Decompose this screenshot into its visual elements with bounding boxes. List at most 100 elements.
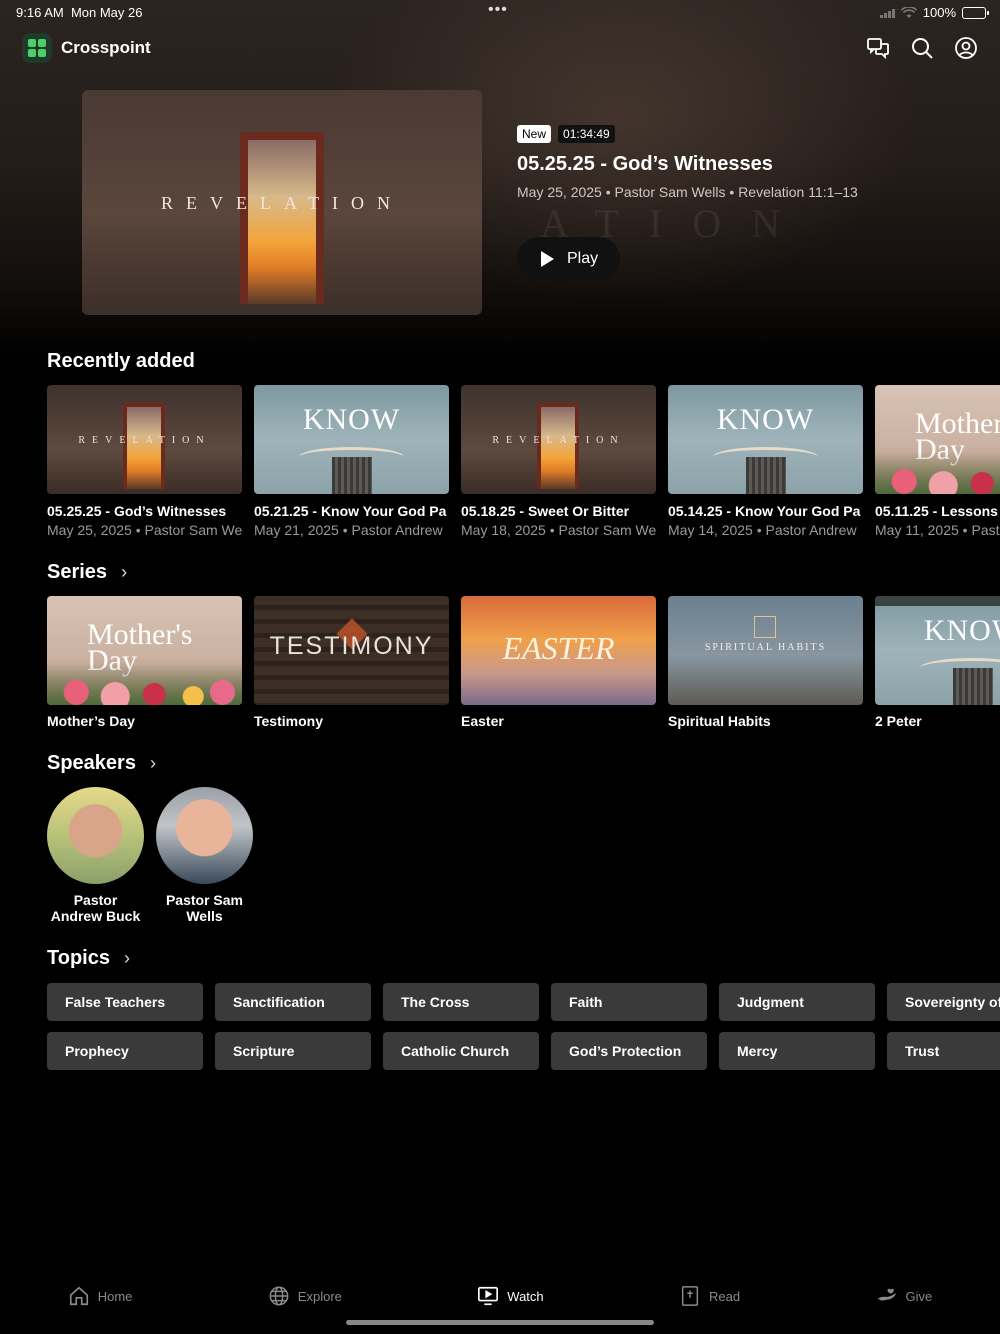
home-indicator [346, 1320, 654, 1325]
sermon-thumbnail: KNOW [254, 385, 449, 494]
series-card[interactable]: SPIRITUAL HABITS Spiritual Habits [668, 596, 863, 729]
duration-badge: 01:34:49 [558, 125, 615, 143]
sermon-card[interactable]: KNOW 05.21.25 - Know Your God Pa May 21,… [254, 385, 449, 538]
sermon-thumbnail: Mother's Day [875, 385, 1000, 494]
search-icon[interactable] [910, 36, 934, 60]
tab-home[interactable]: Home [68, 1285, 132, 1307]
topic-chip[interactable]: God’s Protection [551, 1032, 707, 1070]
series-thumbnail: EASTER [461, 596, 656, 705]
topic-chip[interactable]: False Teachers [47, 983, 203, 1021]
series-label: Testimony [254, 713, 323, 729]
topic-chip[interactable]: Sanctification [215, 983, 371, 1021]
series-thumbnail: Mother's Day [47, 596, 242, 705]
recently-added-row: REVELATION 05.25.25 - God’s Witnesses Ma… [47, 385, 1000, 538]
series-card[interactable]: TESTIMONY Testimony [254, 596, 449, 729]
featured-artwork[interactable]: REVELATION [82, 90, 482, 315]
featured-art-text: REVELATION [161, 193, 403, 213]
door-graphic [240, 132, 324, 304]
topic-chip[interactable]: Prophecy [47, 1032, 203, 1070]
tab-read[interactable]: Read [679, 1285, 740, 1307]
sermon-meta: May 14, 2025 • Pastor Andrew [668, 522, 857, 538]
play-button[interactable]: Play [517, 237, 620, 280]
sermon-card[interactable]: REVELATION 05.25.25 - God’s Witnesses Ma… [47, 385, 242, 538]
hand-heart-icon [877, 1288, 896, 1301]
sermon-meta: May 21, 2025 • Pastor Andrew [254, 522, 443, 538]
topic-chip[interactable]: Mercy [719, 1032, 875, 1070]
battery-icon [962, 6, 989, 19]
status-bar: 9:16 AM Mon May 26 ••• 100% [0, 0, 1000, 24]
speaker-name: Pastor Andrew Buck [50, 892, 141, 924]
app-logo[interactable] [22, 33, 52, 63]
battery-percent: 100% [922, 5, 956, 20]
sermon-title: 05.18.25 - Sweet Or Bitter [461, 503, 630, 519]
tv-play-icon [478, 1286, 499, 1306]
series-card[interactable]: EASTER Easter [461, 596, 656, 729]
series-card[interactable]: KNOW 2 Peter [875, 596, 1000, 729]
topic-chip[interactable]: Scripture [215, 1032, 371, 1070]
speakers-header[interactable]: Speakers › [47, 752, 156, 775]
wifi-icon [900, 6, 917, 18]
topics-header[interactable]: Topics › [47, 947, 130, 970]
tab-explore[interactable]: Explore [268, 1285, 342, 1307]
series-thumbnail: SPIRITUAL HABITS [668, 596, 863, 705]
speakers-row: Pastor Andrew Buck Pastor Sam Wells [47, 787, 253, 924]
series-thumbnail: KNOW [875, 596, 1000, 705]
sermon-meta: May 11, 2025 • Pastor [875, 522, 1000, 538]
tab-bar: Home Explore Watch Read Give [0, 1274, 1000, 1318]
status-right: 100% [879, 5, 989, 20]
speaker-card[interactable]: Pastor Sam Wells [156, 787, 253, 924]
topic-chip[interactable]: Sovereignty of [887, 983, 1000, 1021]
speaker-name: Pastor Sam Wells [165, 892, 244, 924]
new-badge: New [517, 125, 552, 143]
status-time: 9:16 AM Mon May 26 [16, 5, 143, 20]
series-label: Easter [461, 713, 504, 729]
series-thumbnail: TESTIMONY [254, 596, 449, 705]
chevron-right-icon: › [149, 753, 156, 773]
featured-meta: May 25, 2025 • Pastor Sam Wells • Revela… [517, 184, 858, 200]
series-label: 2 Peter [875, 713, 922, 729]
series-header[interactable]: Series › [47, 561, 127, 584]
sermon-title: 05.25.25 - God’s Witnesses [47, 503, 227, 519]
cellular-signal-icon [879, 8, 895, 18]
sermon-meta: May 18, 2025 • Pastor Sam Wells [461, 522, 656, 538]
chat-icon[interactable] [866, 36, 890, 60]
speaker-card[interactable]: Pastor Andrew Buck [47, 787, 144, 924]
sermon-meta: May 25, 2025 • Pastor Sam Wells [47, 522, 242, 538]
topic-chip[interactable]: Faith [551, 983, 707, 1021]
featured-title: 05.25.25 - God’s Witnesses [517, 153, 773, 175]
bible-icon [681, 1286, 699, 1306]
play-icon [541, 250, 554, 267]
tab-watch[interactable]: Watch [477, 1285, 544, 1307]
profile-icon[interactable] [954, 36, 978, 60]
series-label: Spiritual Habits [668, 713, 771, 729]
topic-chip[interactable]: Trust [887, 1032, 1000, 1070]
app-header: Crosspoint [22, 32, 978, 64]
series-card[interactable]: Mother's Day Mother’s Day [47, 596, 242, 729]
featured-badges: New 01:34:49 [517, 125, 615, 143]
play-label: Play [567, 249, 599, 267]
sermon-title: 05.21.25 - Know Your God Pa [254, 503, 447, 519]
recently-added-title: Recently added [47, 350, 195, 372]
series-label: Mother’s Day [47, 713, 135, 729]
chevron-right-icon: › [123, 948, 130, 968]
tab-give[interactable]: Give [876, 1285, 932, 1307]
chevron-right-icon: › [121, 562, 128, 582]
series-row: Mother's Day Mother’s Day TESTIMONY Test… [47, 596, 1000, 729]
sermon-card[interactable]: KNOW 05.14.25 - Know Your God Pa May 14,… [668, 385, 863, 538]
sermon-card[interactable]: Mother's Day 05.11.25 - Lessons May 11, … [875, 385, 1000, 538]
avatar [47, 787, 144, 884]
sermon-title: 05.11.25 - Lessons [875, 503, 998, 519]
app-title: Crosspoint [61, 38, 151, 57]
sermon-title: 05.14.25 - Know Your God Pa [668, 503, 861, 519]
speakers-title: Speakers [47, 752, 136, 774]
topics-title: Topics [47, 947, 110, 969]
sermon-thumbnail: REVELATION [47, 385, 242, 494]
series-title: Series [47, 561, 108, 583]
multitasking-dots-icon[interactable]: ••• [488, 1, 508, 19]
home-icon [69, 1286, 88, 1306]
sermon-thumbnail: REVELATION [461, 385, 656, 494]
topic-chip[interactable]: Catholic Church [383, 1032, 539, 1070]
topic-chip[interactable]: Judgment [719, 983, 875, 1021]
sermon-card[interactable]: REVELATION 05.18.25 - Sweet Or Bitter Ma… [461, 385, 656, 538]
topic-chip[interactable]: The Cross [383, 983, 539, 1021]
